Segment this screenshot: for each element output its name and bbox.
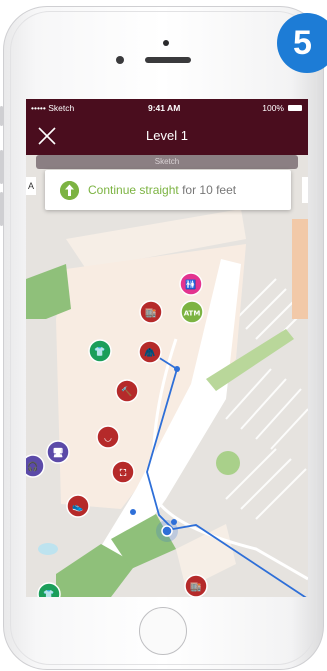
svg-text:🧥: 🧥 [144,348,155,359]
shirt-icon[interactable]: 👕 [88,339,112,363]
earpiece-speaker [145,57,191,63]
app-screen: ••••• Sketch 9:41 AM 100% Level 1 Sketch [26,99,308,597]
route-waypoint [130,509,136,515]
battery-icon [288,105,302,111]
status-bar: ••••• Sketch 9:41 AM 100% [26,99,308,117]
svg-text:👟: 👟 [72,503,83,513]
svg-text:🚻: 🚻 [185,279,196,291]
svg-text:⛶: ⛶ [119,468,127,479]
current-location-dot [161,525,173,537]
sandwich-board-icon[interactable]: ⛶ [111,460,135,484]
shoe-icon[interactable]: 👟 [66,494,90,518]
search-bar[interactable]: Sketch [36,155,298,169]
direction-text: Continue straight for 10 feet [88,183,236,197]
store-icon[interactable]: 🏬 [139,300,163,324]
page-title: Level 1 [146,128,188,143]
restroom-icon[interactable]: 🚻 [179,272,203,296]
volume-up-button [0,150,3,184]
arrow-up-icon [60,181,79,200]
lingerie-icon[interactable]: ◡ [96,425,120,449]
headphones-icon[interactable]: 🎧 [26,454,45,478]
battery-percent: 100% [262,103,284,113]
nav-bar: Level 1 [26,117,308,155]
proximity-sensor [163,40,169,46]
jacket-icon[interactable]: 🧥 [138,340,162,364]
electronics-icon[interactable]: 🖥 [46,440,70,464]
hammer-icon[interactable]: 🔨 [115,379,139,403]
svg-text:👕: 👕 [94,347,105,358]
svg-text:ATM: ATM [184,310,201,318]
svg-text:👕: 👕 [43,590,54,598]
status-time: 9:41 AM [148,103,181,113]
indoor-map[interactable]: 🚻ATM🏬👕🧥⛶🔨◡🖥🎧👟👕🏬◡ [26,169,308,597]
left-card-peek: A [26,177,36,195]
direction-distance: for 10 feet [178,183,237,197]
peach-block [292,219,308,319]
volume-down-button [0,192,3,226]
svg-text:◡: ◡ [105,434,112,444]
svg-text:🎧: 🎧 [27,461,38,473]
svg-text:🏬: 🏬 [145,308,156,319]
svg-text:🔨: 🔨 [121,386,132,398]
direction-card[interactable]: Continue straight for 10 feet [45,170,291,210]
route-waypoint [174,366,180,372]
direction-highlight: Continue straight [88,183,179,197]
home-button[interactable] [139,607,187,655]
right-card-peek [302,177,308,203]
front-camera [116,56,124,64]
green-blob [216,451,240,475]
svg-text:🏬: 🏬 [190,582,201,593]
mute-switch [0,106,3,126]
carrier-label: ••••• Sketch [31,103,75,113]
pond [38,543,58,555]
store-icon-2[interactable]: 🏬 [184,574,208,597]
atm-icon[interactable]: ATM [180,300,204,324]
svg-text:🖥: 🖥 [52,448,63,459]
